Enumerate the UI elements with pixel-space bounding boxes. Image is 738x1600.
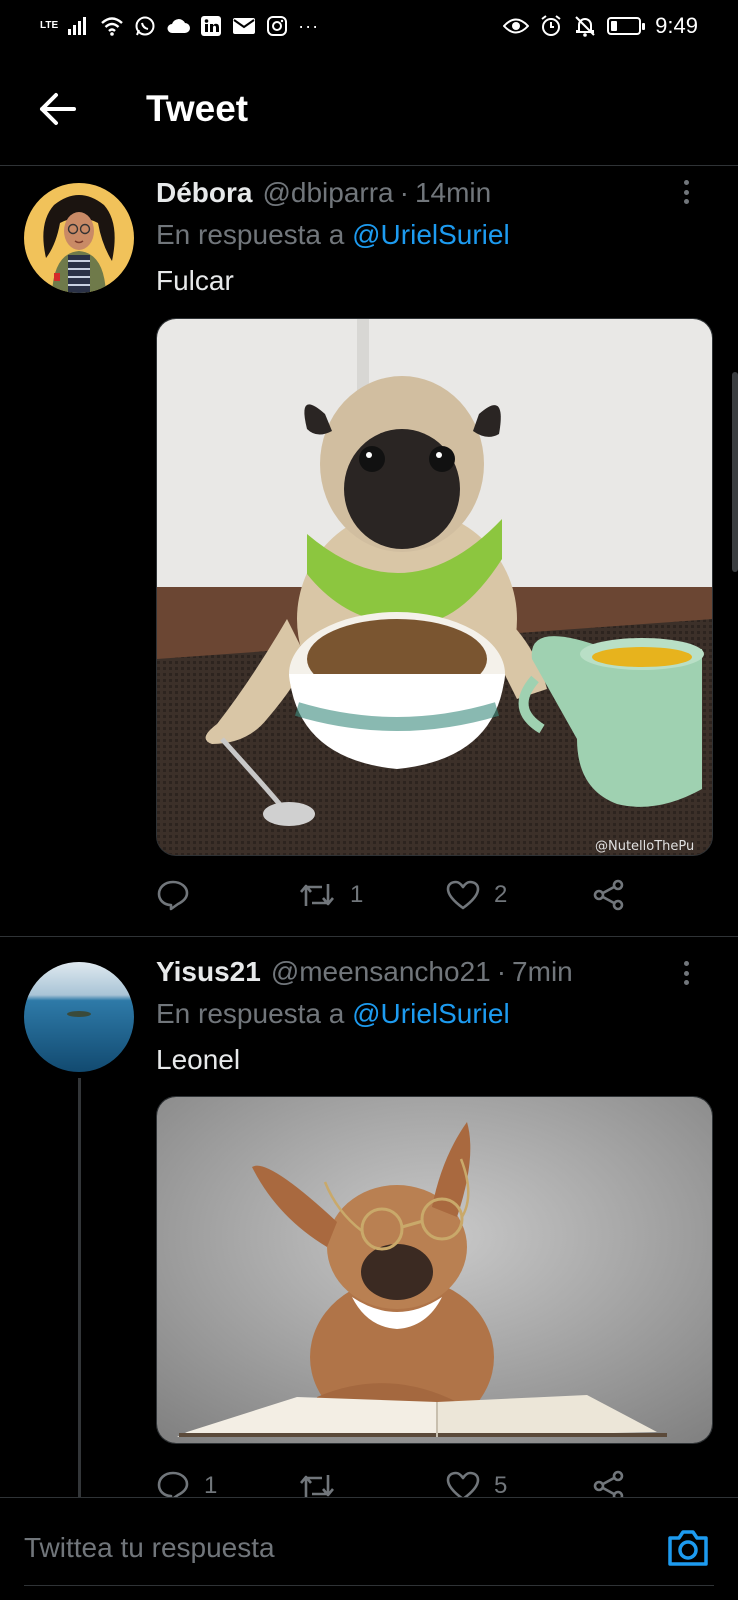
input-underline (24, 1585, 714, 1586)
user-handle[interactable]: @meensancho21 (271, 956, 491, 988)
display-name[interactable]: Débora (156, 177, 252, 209)
separator: · (399, 177, 409, 208)
retweet-icon (300, 884, 334, 906)
battery-icon (607, 17, 646, 35)
more-notifications: ··· (298, 15, 320, 36)
reply-prefix: En respuesta a (156, 998, 345, 1029)
image-watermark: @NutelloThePu (595, 839, 694, 854)
back-button[interactable] (28, 79, 88, 139)
reply-input[interactable]: Twittea tu respuesta (24, 1532, 624, 1564)
top-app-bar: Tweet (0, 52, 738, 166)
tweet-time[interactable]: 7min (512, 956, 573, 988)
tweet-image-pug[interactable]: @NutelloThePu (156, 318, 713, 856)
tweet[interactable]: Yisus21 @meensancho21 · 7min En respuest… (0, 938, 738, 1518)
tweet-text: Fulcar (156, 265, 234, 296)
like-count: 2 (494, 881, 508, 908)
reply-count: 1 (204, 1472, 218, 1499)
page-title: Tweet (146, 87, 249, 129)
avatar[interactable] (24, 962, 134, 1072)
display-name[interactable]: Yisus21 (156, 956, 261, 988)
status-bar-left: LTE ··· (40, 14, 319, 38)
retweet-count: 1 (350, 881, 364, 908)
linkedin-icon (200, 14, 222, 38)
status-bar-right: 9:49 (503, 13, 698, 39)
share-icon (593, 879, 624, 911)
instagram-icon (266, 14, 288, 38)
wifi-icon (100, 14, 124, 38)
separator: · (496, 956, 507, 987)
camera-icon (668, 1530, 708, 1566)
mail-icon (232, 14, 256, 38)
arrow-left-icon (40, 92, 76, 125)
signal-icon (68, 14, 90, 38)
cloud-icon (166, 14, 191, 38)
reply-icon (157, 880, 189, 911)
tweet-actions: 1 2 (156, 875, 676, 915)
tweet-header: Débora @dbiparra · 14min (156, 177, 491, 209)
reply-context: En respuesta a @UrielSuriel (156, 998, 510, 1030)
reply-context: En respuesta a @UrielSuriel (156, 219, 510, 251)
retweet-button[interactable]: 1 (298, 880, 363, 910)
alarm-icon (539, 14, 563, 38)
heart-icon (446, 880, 480, 910)
mention-link[interactable]: @UrielSuriel (352, 998, 510, 1029)
tweet-image-bulldog[interactable] (156, 1096, 713, 1444)
tweet-header: Yisus21 @meensancho21 · 7min (156, 956, 573, 988)
status-bar: LTE ··· 9:49 (0, 0, 738, 52)
reply-compose-bar: Twittea tu respuesta (0, 1497, 738, 1600)
network-type: LTE (40, 20, 59, 31)
clock: 9:49 (655, 13, 698, 38)
reply-button[interactable] (156, 879, 204, 911)
tweet-text: Leonel (156, 1044, 241, 1075)
tweet-time[interactable]: 14min (415, 177, 491, 209)
share-button[interactable] (592, 879, 626, 911)
user-handle[interactable]: @dbiparra (262, 177, 393, 209)
reply-prefix: En respuesta a (156, 219, 345, 250)
tweet[interactable]: Débora @dbiparra · 14min En respuesta a … (0, 167, 738, 937)
avatar[interactable] (24, 183, 134, 293)
like-button[interactable]: 2 (446, 880, 507, 910)
mute-bell-icon (573, 14, 597, 38)
like-count: 5 (494, 1472, 508, 1499)
more-options-button[interactable] (674, 177, 698, 207)
thread-line (78, 1078, 81, 1518)
camera-button[interactable] (664, 1524, 712, 1572)
eye-icon (503, 14, 530, 38)
whatsapp-icon (134, 14, 156, 38)
mention-link[interactable]: @UrielSuriel (352, 219, 510, 250)
more-options-button[interactable] (674, 958, 698, 988)
